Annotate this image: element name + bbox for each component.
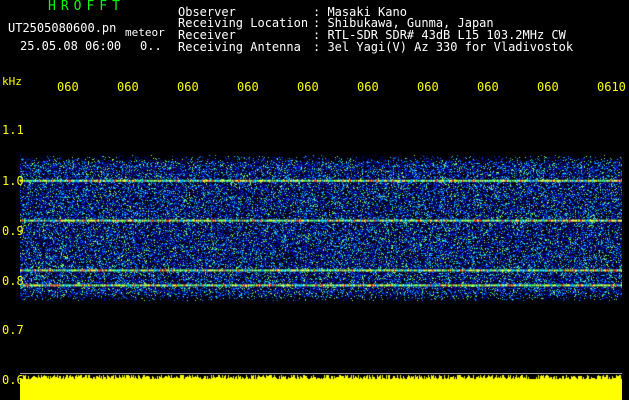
time-tick: 060	[57, 80, 79, 94]
time-tick: 0610	[597, 80, 626, 94]
time-tick: 060	[237, 80, 259, 94]
time-tick: 060	[177, 80, 199, 94]
count-label: 0..	[140, 39, 162, 53]
antenna-label: Receiving Antenna	[178, 40, 301, 54]
reference-line	[20, 373, 622, 374]
time-tick: 060	[537, 80, 559, 94]
freq-tick: 1.1	[2, 123, 24, 137]
time-tick: 060	[417, 80, 439, 94]
hrofft-brand: HROFFT	[48, 0, 125, 14]
freq-tick: 0.8	[2, 274, 24, 288]
freq-tick: 0.9	[2, 224, 24, 238]
time-tick: 060	[297, 80, 319, 94]
spectrogram-canvas	[20, 95, 622, 400]
time-tick: 060	[117, 80, 139, 94]
freq-tick: 0.7	[2, 323, 24, 337]
freq-tick: 1.0	[2, 174, 24, 188]
filename-suffix: meteor	[125, 26, 165, 39]
datetime-label: 25.05.08 06:00	[20, 39, 122, 53]
freq-tick: 0.6	[2, 373, 24, 387]
time-tick: 060	[357, 80, 379, 94]
filename-label: UT2505080600.pn	[8, 21, 117, 35]
time-tick: 060	[477, 80, 499, 94]
antenna-value: : 3el Yagi(V) Az 330 for Vladivostok	[313, 40, 574, 54]
khz-unit-label: kHz	[2, 75, 22, 88]
